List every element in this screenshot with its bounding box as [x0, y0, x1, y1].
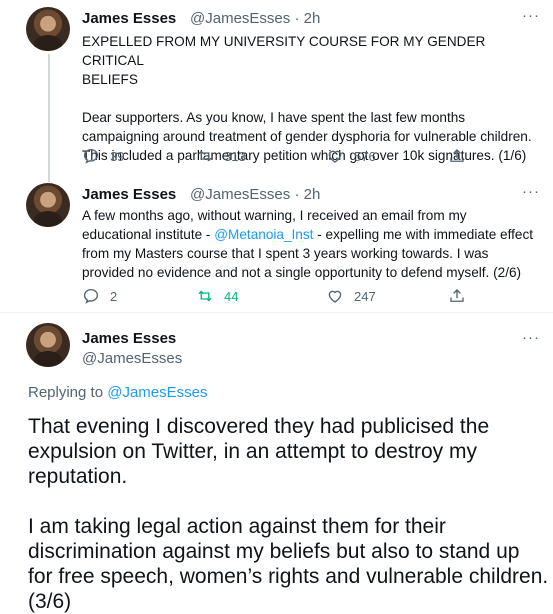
tweet-text: A few months ago, without warning, I rec…: [82, 206, 547, 282]
author-handle[interactable]: @JamesEsses: [190, 10, 290, 27]
author-name[interactable]: James Esses: [82, 186, 176, 203]
like-count: 247: [354, 288, 376, 304]
retweet-icon: [198, 290, 212, 302]
replying-to-handle[interactable]: @JamesEsses: [107, 384, 207, 401]
share-icon: [450, 149, 464, 162]
avatar[interactable]: [26, 7, 70, 51]
like-icon: [328, 150, 342, 163]
retweet-button[interactable]: 313: [196, 147, 246, 165]
avatar[interactable]: [26, 183, 70, 227]
timestamp[interactable]: · 2h: [294, 10, 320, 27]
share-button[interactable]: [448, 147, 476, 165]
tweet-text: That evening I discovered they had publi…: [28, 415, 549, 613]
author-handle-time[interactable]: @JamesEsses · 2h: [190, 186, 320, 203]
more-icon[interactable]: ···: [522, 183, 540, 200]
share-button[interactable]: [448, 287, 476, 305]
reply-icon: [83, 148, 99, 164]
retweet-count: 44: [224, 288, 239, 304]
tweet-1[interactable]: James Esses @JamesEsses · 2h ··· EXPELLE…: [0, 0, 553, 182]
reply-count: 39: [110, 148, 125, 164]
like-icon: [328, 290, 342, 303]
reply-button[interactable]: 2: [82, 287, 117, 305]
like-count: 576: [354, 148, 376, 164]
tweet-3-focused: James Esses @JamesEsses ··· Replying to …: [0, 313, 553, 613]
share-icon: [450, 289, 464, 302]
tweet-text: EXPELLED FROM MY UNIVERSITY COURSE FOR M…: [82, 34, 532, 163]
author-name[interactable]: James Esses: [82, 330, 176, 347]
avatar[interactable]: [26, 323, 70, 367]
mention-link[interactable]: @Metanoia_Inst: [214, 227, 313, 242]
like-button[interactable]: 247: [326, 287, 376, 305]
author-handle-time[interactable]: @JamesEsses · 2h: [190, 10, 320, 27]
author-handle[interactable]: @JamesEsses: [190, 186, 290, 203]
thread-line: [48, 54, 50, 182]
reply-icon: [83, 288, 99, 304]
reply-count: 2: [110, 288, 118, 304]
tweet-2[interactable]: James Esses @JamesEsses · 2h ··· A few m…: [0, 180, 553, 312]
retweet-count: 313: [224, 148, 246, 164]
author-name[interactable]: James Esses: [82, 10, 176, 27]
replying-to: Replying to @JamesEsses: [28, 384, 207, 401]
replying-to-label: Replying to: [28, 384, 108, 401]
tweet-actions: 2 44 247: [82, 287, 502, 307]
tweet-actions: 39 313 576: [82, 147, 502, 167]
more-icon[interactable]: ···: [522, 7, 540, 24]
retweet-button[interactable]: 44: [196, 287, 238, 305]
retweet-icon: [198, 150, 212, 162]
author-handle[interactable]: @JamesEsses: [82, 350, 182, 367]
more-icon[interactable]: ···: [522, 329, 540, 346]
like-button[interactable]: 576: [326, 147, 376, 165]
reply-button[interactable]: 39: [82, 147, 124, 165]
timestamp[interactable]: · 2h: [294, 186, 320, 203]
